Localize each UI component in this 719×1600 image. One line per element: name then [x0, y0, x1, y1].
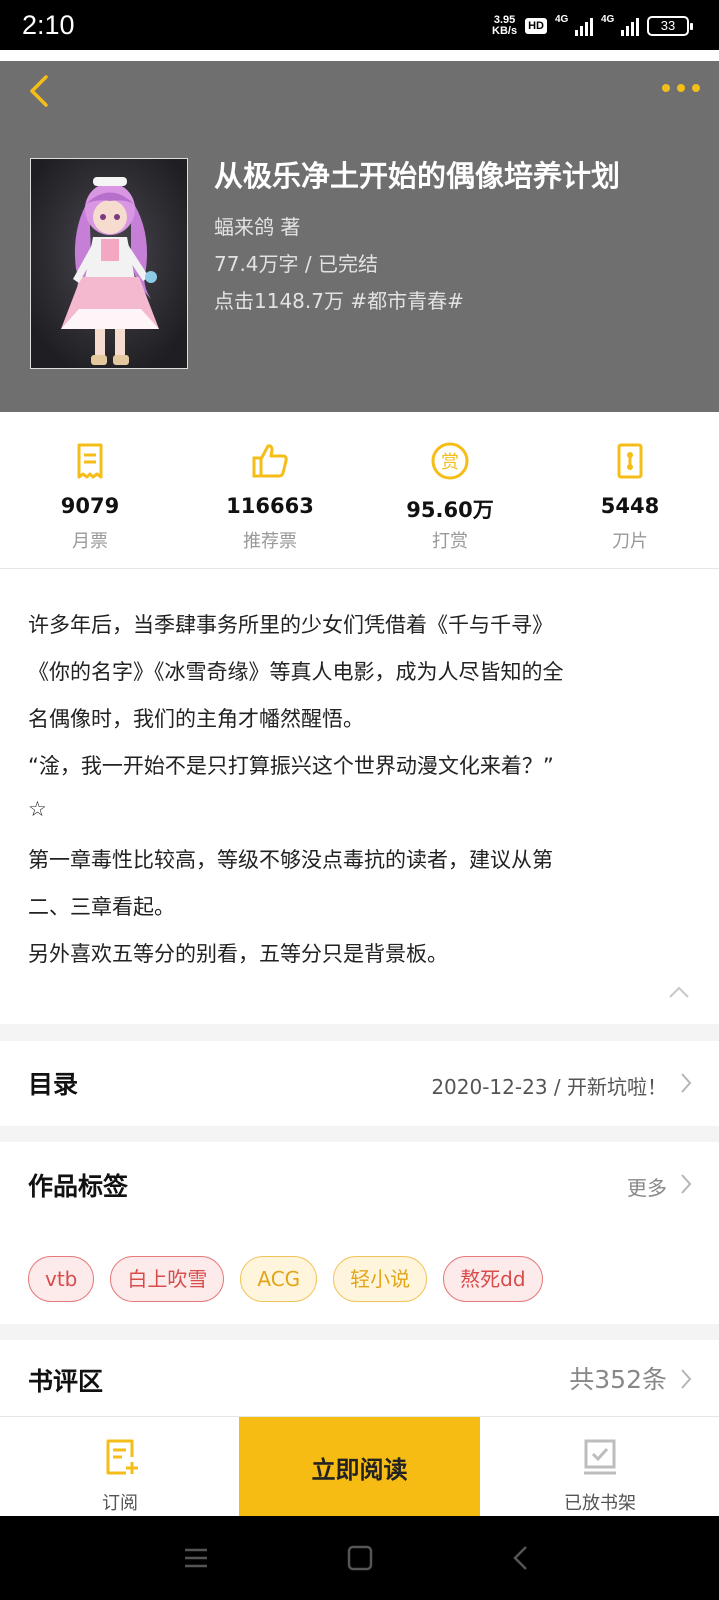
status-bar: 2:10 3.95 KB/s HD 4G 4G 33 — [0, 0, 719, 50]
chevron-up-icon[interactable] — [668, 985, 690, 999]
subscribe-button[interactable]: 订阅 — [0, 1417, 240, 1517]
stat-label: 推荐票 — [243, 531, 297, 552]
divider — [0, 50, 719, 61]
book-author[interactable]: 蝠来鸽 著 — [214, 211, 300, 240]
tag-chip[interactable]: 轻小说 — [333, 1256, 428, 1302]
hd-badge: HD — [525, 18, 547, 34]
description-line: 另外喜欢五等分的别看，五等分只是背景板。 — [28, 942, 448, 966]
signal-icon: 4G — [601, 14, 639, 36]
tags-title: 作品标签 — [28, 1172, 129, 1201]
description-line: 《你的名字》《冰雪奇缘》等真人电影，成为人尽皆知的全 — [28, 660, 564, 684]
stat-reward[interactable]: 赏 95.60万 打赏 — [360, 412, 540, 569]
chevron-right-icon[interactable] — [679, 1173, 693, 1195]
stat-recommend-ticket[interactable]: 116663 推荐票 — [180, 412, 360, 569]
status-time: 2:10 — [22, 10, 75, 40]
tag-chip[interactable]: 白上吹雪 — [110, 1256, 225, 1302]
thumbs-up-icon — [252, 444, 288, 478]
description-line: 许多年后，当季肆事务所里的少女们凭借着《千与千寻》 — [28, 613, 553, 637]
catalog-title: 目录 — [28, 1070, 79, 1099]
battery-icon: 33 — [647, 16, 693, 36]
more-button[interactable] — [657, 73, 705, 103]
signal-icon: 4G — [555, 14, 593, 36]
bookshelf-label: 已放书架 — [564, 1493, 636, 1514]
stat-label: 刀片 — [612, 531, 648, 552]
description-line: “淦，我一开始不是只打算振兴这个世界动漫文化来着？” — [28, 754, 554, 778]
reviews-count: 共352条 — [569, 1365, 667, 1394]
subscribe-label: 订阅 — [102, 1493, 138, 1514]
monthly-ticket-icon — [77, 443, 103, 479]
stat-value: 5448 — [600, 494, 660, 518]
reviews-title: 书评区 — [28, 1367, 104, 1396]
cover-illustration — [31, 159, 187, 368]
svg-text:赏: 赏 — [441, 452, 459, 473]
back-nav-icon[interactable] — [508, 1544, 536, 1572]
stat-value: 116663 — [226, 494, 314, 518]
more-dot — [692, 84, 700, 92]
stat-blade[interactable]: 5448 刀片 — [540, 412, 719, 569]
book-title: 从极乐净土开始的偶像培养计划 — [214, 159, 621, 193]
tag-chip[interactable]: 熬死dd — [443, 1256, 543, 1302]
net-speed: 3.95 KB/s — [492, 14, 518, 37]
stat-value: 95.60万 — [406, 498, 494, 522]
description-line: 第一章毒性比较高，等级不够没点毒抗的读者，建议从第 — [28, 848, 553, 872]
catalog-latest-update: 2020-12-23 / 开新坑啦！ — [431, 1075, 667, 1099]
tag-chip[interactable]: ACG — [240, 1256, 318, 1302]
stats-panel: 9079 月票 116663 推荐票 赏 95.60万 打赏 5448 刀片 — [0, 412, 719, 569]
book-cover[interactable] — [30, 158, 188, 369]
stat-monthly-ticket[interactable]: 9079 月票 — [0, 412, 180, 569]
reward-icon: 赏 — [431, 442, 469, 480]
book-description[interactable]: 许多年后，当季肆事务所里的少女们凭借着《千与千寻》 《你的名字》《冰雪奇缘》等真… — [0, 569, 719, 1024]
home-icon[interactable] — [346, 1544, 374, 1572]
book-header: 从极乐净土开始的偶像培养计划 蝠来鸽 著 77.4万字 / 已完结 点击1148… — [0, 61, 719, 412]
tags-more-link[interactable]: 更多 — [627, 1172, 667, 1201]
system-nav-bar — [0, 1516, 719, 1600]
blade-icon — [617, 443, 643, 479]
bottom-action-bar: 订阅 立即阅读 已放书架 — [0, 1416, 719, 1517]
chevron-right-icon — [681, 1369, 692, 1389]
description-line: 名偶像时，我们的主角才幡然醒悟。 — [28, 707, 364, 731]
chevron-left-icon — [30, 75, 48, 107]
bookshelf-button[interactable]: 已放书架 — [480, 1417, 719, 1517]
tag-list: vtb 白上吹雪 ACG 轻小说 熬死dd — [28, 1256, 543, 1302]
description-line: 二、三章看起。 — [28, 895, 175, 919]
book-clicks-genre: 点击1148.7万 #都市青春# — [214, 289, 464, 313]
stat-label: 月票 — [72, 531, 108, 552]
menu-icon[interactable] — [182, 1544, 210, 1572]
tag-chip[interactable]: vtb — [28, 1256, 95, 1302]
book-word-status: 77.4万字 / 已完结 — [214, 252, 378, 276]
reviews-row[interactable]: 书评区 共352条 — [0, 1340, 719, 1416]
stat-label: 打赏 — [432, 531, 468, 552]
catalog-row[interactable]: 目录 2020-12-23 / 开新坑啦！ — [0, 1041, 719, 1126]
chevron-right-icon — [681, 1073, 692, 1093]
more-dot — [677, 84, 685, 92]
read-now-button[interactable]: 立即阅读 — [239, 1417, 480, 1517]
back-button[interactable] — [22, 73, 62, 113]
subscribe-icon — [106, 1439, 138, 1475]
more-dot — [662, 84, 670, 92]
stat-value: 9079 — [60, 494, 120, 518]
bookshelf-check-icon — [584, 1439, 616, 1475]
description-line: ☆ — [28, 797, 47, 821]
